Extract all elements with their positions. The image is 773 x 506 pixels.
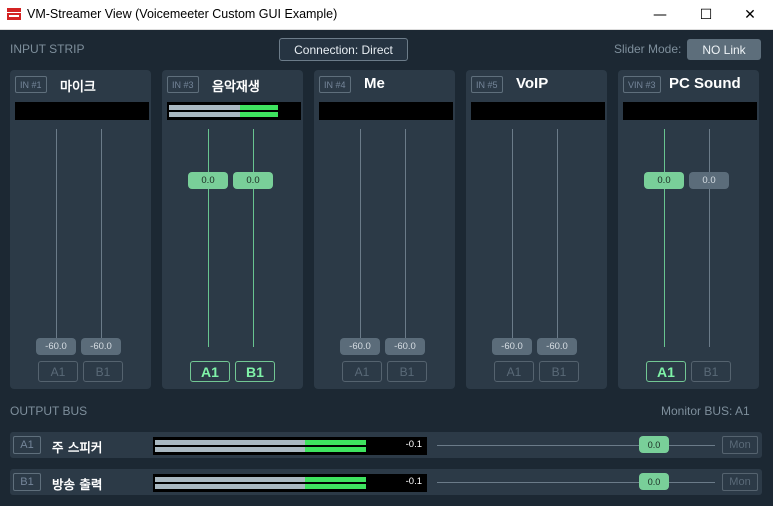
bus-gain-slider[interactable]: [437, 482, 715, 483]
a1-route-button[interactable]: A1: [494, 361, 534, 382]
meter-bar-high: [304, 440, 366, 445]
input-strip-label: INPUT STRIP: [10, 42, 85, 56]
connection-button[interactable]: Connection: Direct: [279, 38, 408, 61]
maximize-icon: ☐: [699, 7, 713, 23]
bus-gain-slider[interactable]: [437, 445, 715, 446]
strip-name: 음악재생: [212, 80, 260, 95]
left-fader-value[interactable]: -60.0: [340, 338, 380, 355]
window-title: VM-Streamer View (Voicemeeter Custom GUI…: [27, 7, 338, 21]
slider-mode-button[interactable]: NO Link: [687, 39, 761, 60]
b1-route-button[interactable]: B1: [539, 361, 579, 382]
input-strip: IN #1 마이크 -60.0 -60.0 A1 B1: [10, 70, 151, 389]
bus-db-value: -0.1: [405, 439, 422, 450]
monitor-button[interactable]: Mon: [722, 473, 758, 491]
input-strip: VIN #3 PC Sound 0.0 0.0 A1 B1: [618, 70, 759, 389]
meter-bar-high: [304, 477, 366, 482]
app-icon: [7, 8, 21, 20]
meter-bar-low: [169, 105, 240, 110]
strip-level-meter: [623, 102, 757, 120]
bus-name: 주 스피커: [52, 440, 103, 455]
strip-name: Me: [364, 75, 385, 92]
bus-name: 방송 출력: [52, 477, 103, 492]
meter-bar-high: [304, 447, 366, 452]
left-fader-track[interactable]: [56, 129, 57, 347]
a1-route-button[interactable]: A1: [342, 361, 382, 382]
a1-route-button[interactable]: A1: [38, 361, 78, 382]
left-fader-track[interactable]: [208, 129, 209, 347]
strip-level-meter: [15, 102, 149, 120]
minimize-glyph: —: [653, 7, 667, 23]
right-fader-track[interactable]: [101, 129, 102, 347]
bus-db-value: -0.1: [405, 476, 422, 487]
bus-level-meter: -0.1: [153, 474, 427, 492]
input-strip: IN #3 음악재생 0.0 0.0 A1 B1: [162, 70, 303, 389]
b1-route-button[interactable]: B1: [235, 361, 275, 382]
right-fader-track[interactable]: [405, 129, 406, 347]
right-fader-value[interactable]: -60.0: [385, 338, 425, 355]
bus-level-meter: -0.1: [153, 437, 427, 455]
minimize-btn[interactable]: —: [637, 0, 683, 30]
bus-tag: B1: [13, 473, 41, 491]
output-bus-row: A1 주 스피커 -0.1 0.0 Mon: [10, 432, 762, 458]
right-fader-value[interactable]: 0.0: [233, 172, 273, 189]
meter-bar-low: [155, 440, 305, 445]
bus-gain-value[interactable]: 0.0: [639, 473, 669, 490]
input-strip: IN #4 Me -60.0 -60.0 A1 B1: [314, 70, 455, 389]
input-strip: IN #5 VoIP -60.0 -60.0 A1 B1: [466, 70, 607, 389]
strip-level-meter: [319, 102, 453, 120]
meter-bar-low: [155, 447, 305, 452]
strip-input-tag: IN #4: [319, 76, 351, 93]
meter-bar-low: [155, 484, 305, 489]
a1-route-button[interactable]: A1: [646, 361, 686, 382]
close-icon: ✕: [744, 7, 756, 23]
left-fader-value[interactable]: 0.0: [188, 172, 228, 189]
left-fader-track[interactable]: [360, 129, 361, 347]
meter-bar-low: [155, 477, 305, 482]
strip-name: VoIP: [516, 75, 549, 92]
maximize-button[interactable]: ☐: [683, 0, 729, 30]
strip-input-tag: IN #5: [471, 76, 503, 93]
right-fader-value[interactable]: -60.0: [81, 338, 121, 355]
right-fader-track[interactable]: [557, 129, 558, 347]
slider-mode-label: Slider Mode:: [614, 42, 682, 56]
meter-bar-high: [239, 105, 279, 110]
right-fader-track[interactable]: [709, 129, 710, 347]
right-fader-value[interactable]: 0.0: [689, 172, 729, 189]
b1-route-button[interactable]: B1: [387, 361, 427, 382]
meter-bar-low: [169, 112, 240, 117]
monitor-bus-label: Monitor BUS: A1: [661, 404, 750, 418]
left-fader-track[interactable]: [664, 129, 665, 347]
strip-input-tag: VIN #3: [623, 76, 661, 93]
monitor-button[interactable]: Mon: [722, 436, 758, 454]
left-fader-value[interactable]: -60.0: [36, 338, 76, 355]
left-fader-value[interactable]: -60.0: [492, 338, 532, 355]
strip-name: PC Sound: [669, 75, 741, 92]
right-fader-value[interactable]: -60.0: [537, 338, 577, 355]
meter-bar-high: [304, 484, 366, 489]
b1-route-button[interactable]: B1: [691, 361, 731, 382]
left-fader-track[interactable]: [512, 129, 513, 347]
strip-level-meter: [167, 102, 301, 120]
left-fader-value[interactable]: 0.0: [644, 172, 684, 189]
bus-tag: A1: [13, 436, 41, 454]
strip-name: 마이크: [60, 80, 96, 95]
output-bus-label: OUTPUT BUS: [10, 404, 88, 418]
b1-route-button[interactable]: B1: [83, 361, 123, 382]
close-button[interactable]: ✕: [727, 0, 773, 30]
bus-gain-value[interactable]: 0.0: [639, 436, 669, 453]
strip-input-tag: IN #1: [15, 76, 47, 93]
strip-level-meter: [471, 102, 605, 120]
a1-route-button[interactable]: A1: [190, 361, 230, 382]
meter-bar-high: [239, 112, 279, 117]
strip-input-tag: IN #3: [167, 76, 199, 93]
right-fader-track[interactable]: [253, 129, 254, 347]
output-bus-row: B1 방송 출력 -0.1 0.0 Mon: [10, 469, 762, 495]
